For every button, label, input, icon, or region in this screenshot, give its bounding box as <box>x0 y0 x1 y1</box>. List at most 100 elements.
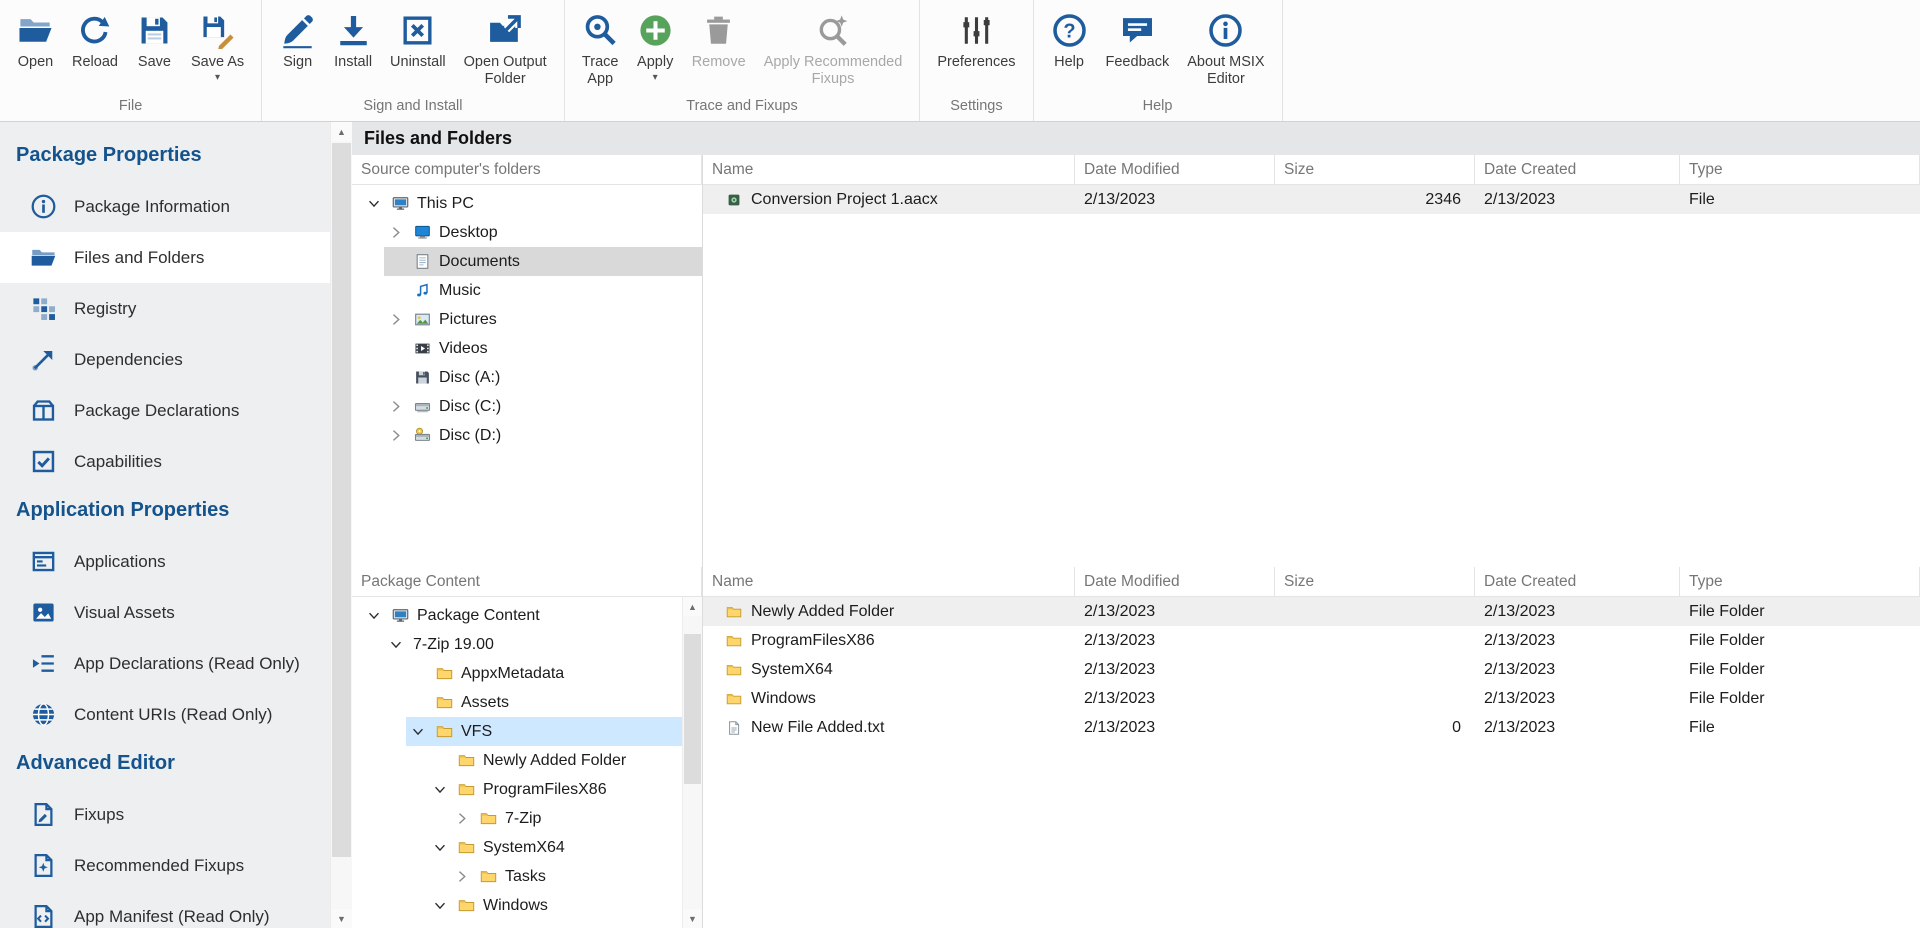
sidebar-item-app-declarations-read-only[interactable]: App Declarations (Read Only) <box>0 638 330 689</box>
package-tree-scrollbar-thumb[interactable] <box>684 634 701 784</box>
scroll-down-icon[interactable]: ▼ <box>683 909 702 928</box>
chevron-down-icon[interactable] <box>364 195 384 212</box>
source-tree-item-music[interactable]: Music <box>352 276 702 305</box>
scroll-up-icon[interactable]: ▲ <box>683 597 702 616</box>
sidebar-item-package-information[interactable]: Package Information <box>0 181 330 232</box>
column-header-date-created[interactable]: Date Created <box>1475 155 1680 184</box>
package-tree-item-7-zip[interactable]: 7-Zip <box>352 804 682 833</box>
package-tree-scrollbar-track[interactable] <box>683 616 702 909</box>
install-button[interactable]: Install <box>327 10 379 71</box>
package-tree-item-newly-added-folder[interactable]: Newly Added Folder <box>352 746 682 775</box>
sidebar-section-title-package-properties: Package Properties <box>0 132 330 181</box>
column-header-date-modified[interactable]: Date Modified <box>1075 567 1275 596</box>
column-header-date-created[interactable]: Date Created <box>1475 567 1680 596</box>
column-header-size[interactable]: Size <box>1275 155 1475 184</box>
column-header-type[interactable]: Type <box>1680 567 1920 596</box>
sidebar-item-registry[interactable]: Registry <box>0 283 330 334</box>
chevron-down-icon[interactable] <box>408 723 428 740</box>
chevron-down-icon[interactable] <box>364 607 384 624</box>
open-output-folder-button[interactable]: Open Output Folder <box>457 10 554 87</box>
help-button[interactable]: ?Help <box>1044 10 1095 71</box>
scroll-up-icon[interactable]: ▲ <box>331 122 352 141</box>
package-tree-item-assets[interactable]: Assets <box>352 688 682 717</box>
package-panel: Package Content Package Content7-Zip 19.… <box>352 567 1920 928</box>
chevron-down-icon[interactable] <box>386 636 406 653</box>
sidebar-scrollbar[interactable]: ▲ ▼ <box>330 122 352 928</box>
column-header-name[interactable]: Name <box>703 567 1075 596</box>
file-row-systemx64[interactable]: SystemX642/13/20232/13/2023File Folder <box>703 655 1920 684</box>
package-tree-item-appxmetadata[interactable]: AppxMetadata <box>352 659 682 688</box>
source-tree-item-disc-d[interactable]: Disc (D:) <box>352 421 702 450</box>
chevron-down-icon[interactable] <box>430 897 450 914</box>
sidebar-item-recommended-fixups[interactable]: Recommended Fixups <box>0 840 330 891</box>
pc-icon <box>391 607 410 624</box>
column-header-size[interactable]: Size <box>1275 567 1475 596</box>
chevron-right-icon[interactable] <box>386 398 406 415</box>
ribbon-group-trace-and-fixups: Trace AppApply▾RemoveApply Recommended F… <box>565 0 921 121</box>
visual-assets-icon <box>30 599 57 626</box>
apply-button[interactable]: Apply▾ <box>630 10 681 83</box>
scroll-down-icon[interactable]: ▼ <box>331 909 352 928</box>
tree-item-label: Assets <box>461 694 509 712</box>
source-tree-item-desktop[interactable]: Desktop <box>352 218 702 247</box>
sidebar-item-fixups[interactable]: Fixups <box>0 789 330 840</box>
chevron-right-icon[interactable] <box>386 311 406 328</box>
source-tree-item-disc-c[interactable]: Disc (C:) <box>352 392 702 421</box>
open-button[interactable]: Open <box>10 10 61 71</box>
package-tree-item-windows[interactable]: Windows <box>352 891 682 920</box>
package-tree-item-systemx64[interactable]: SystemX64 <box>352 833 682 862</box>
sidebar-item-package-declarations[interactable]: Package Declarations <box>0 385 330 436</box>
uninstall-button[interactable]: Uninstall <box>383 10 453 71</box>
trace-app-button[interactable]: Trace App <box>575 10 626 87</box>
sidebar-item-files-and-folders[interactable]: Files and Folders <box>0 232 330 283</box>
file-name-label: ProgramFilesX86 <box>751 632 875 650</box>
file-row-programfilesx86[interactable]: ProgramFilesX862/13/20232/13/2023File Fo… <box>703 626 1920 655</box>
file-row-new-file-added-txt[interactable]: New File Added.txt2/13/202302/13/2023Fil… <box>703 713 1920 742</box>
chevron-right-icon[interactable] <box>452 868 472 885</box>
chevron-down-icon[interactable]: ▾ <box>215 73 220 83</box>
about-msix-editor-button[interactable]: About MSIX Editor <box>1180 10 1271 87</box>
sidebar-item-content-uris-read-only[interactable]: Content URIs (Read Only) <box>0 689 330 740</box>
source-tree-item-disc-a[interactable]: Disc (A:) <box>352 363 702 392</box>
package-tree-item-programfilesx86[interactable]: ProgramFilesX86 <box>352 775 682 804</box>
package-tree-scrollbar[interactable]: ▲ ▼ <box>682 597 702 928</box>
sidebar-item-dependencies[interactable]: Dependencies <box>0 334 330 385</box>
file-row-newly-added-folder[interactable]: Newly Added Folder2/13/20232/13/2023File… <box>703 597 1920 626</box>
file-name-cell: Newly Added Folder <box>703 597 1075 626</box>
save-button[interactable]: Save <box>129 10 180 71</box>
sidebar-scrollbar-thumb[interactable] <box>332 143 351 857</box>
chevron-right-icon[interactable] <box>452 810 472 827</box>
chevron-down-icon[interactable] <box>430 781 450 798</box>
sidebar-item-visual-assets[interactable]: Visual Assets <box>0 587 330 638</box>
source-tree-item-this-pc[interactable]: This PC <box>352 189 702 218</box>
preferences-button[interactable]: Preferences <box>930 10 1022 71</box>
sign-button[interactable]: Sign <box>272 10 323 71</box>
package-tree-item-7-zip-19-00[interactable]: 7-Zip 19.00 <box>352 630 682 659</box>
source-tree-item-videos[interactable]: Videos <box>352 334 702 363</box>
sidebar-item-capabilities[interactable]: Capabilities <box>0 436 330 487</box>
file-row-windows[interactable]: Windows2/13/20232/13/2023File Folder <box>703 684 1920 713</box>
column-header-name[interactable]: Name <box>703 155 1075 184</box>
package-tree-item-package-content[interactable]: Package Content <box>352 601 682 630</box>
reload-button[interactable]: Reload <box>65 10 125 71</box>
sidebar-item-app-manifest-read-only[interactable]: App Manifest (Read Only) <box>0 891 330 928</box>
file-row-conversion-project-1-aacx[interactable]: Conversion Project 1.aacx2/13/202323462/… <box>703 185 1920 214</box>
sidebar-item-label: Visual Assets <box>74 603 175 623</box>
chevron-down-icon[interactable]: ▾ <box>653 73 658 83</box>
source-tree-header-row: Source computer's folders <box>352 155 702 185</box>
sidebar-item-applications[interactable]: Applications <box>0 536 330 587</box>
feedback-button[interactable]: Feedback <box>1099 10 1177 71</box>
column-header-type[interactable]: Type <box>1680 155 1920 184</box>
desktop-icon <box>413 224 432 241</box>
chevron-right-icon[interactable] <box>386 427 406 444</box>
chevron-right-icon[interactable] <box>386 224 406 241</box>
button-label: Remove <box>692 54 746 71</box>
column-header-date-modified[interactable]: Date Modified <box>1075 155 1275 184</box>
source-tree-item-pictures[interactable]: Pictures <box>352 305 702 334</box>
save-as-button[interactable]: Save As▾ <box>184 10 251 83</box>
sidebar-scrollbar-track[interactable] <box>331 141 352 909</box>
source-tree-item-documents[interactable]: Documents <box>352 247 702 276</box>
chevron-down-icon[interactable] <box>430 839 450 856</box>
package-tree-item-vfs[interactable]: VFS <box>352 717 682 746</box>
package-tree-item-tasks[interactable]: Tasks <box>352 862 682 891</box>
